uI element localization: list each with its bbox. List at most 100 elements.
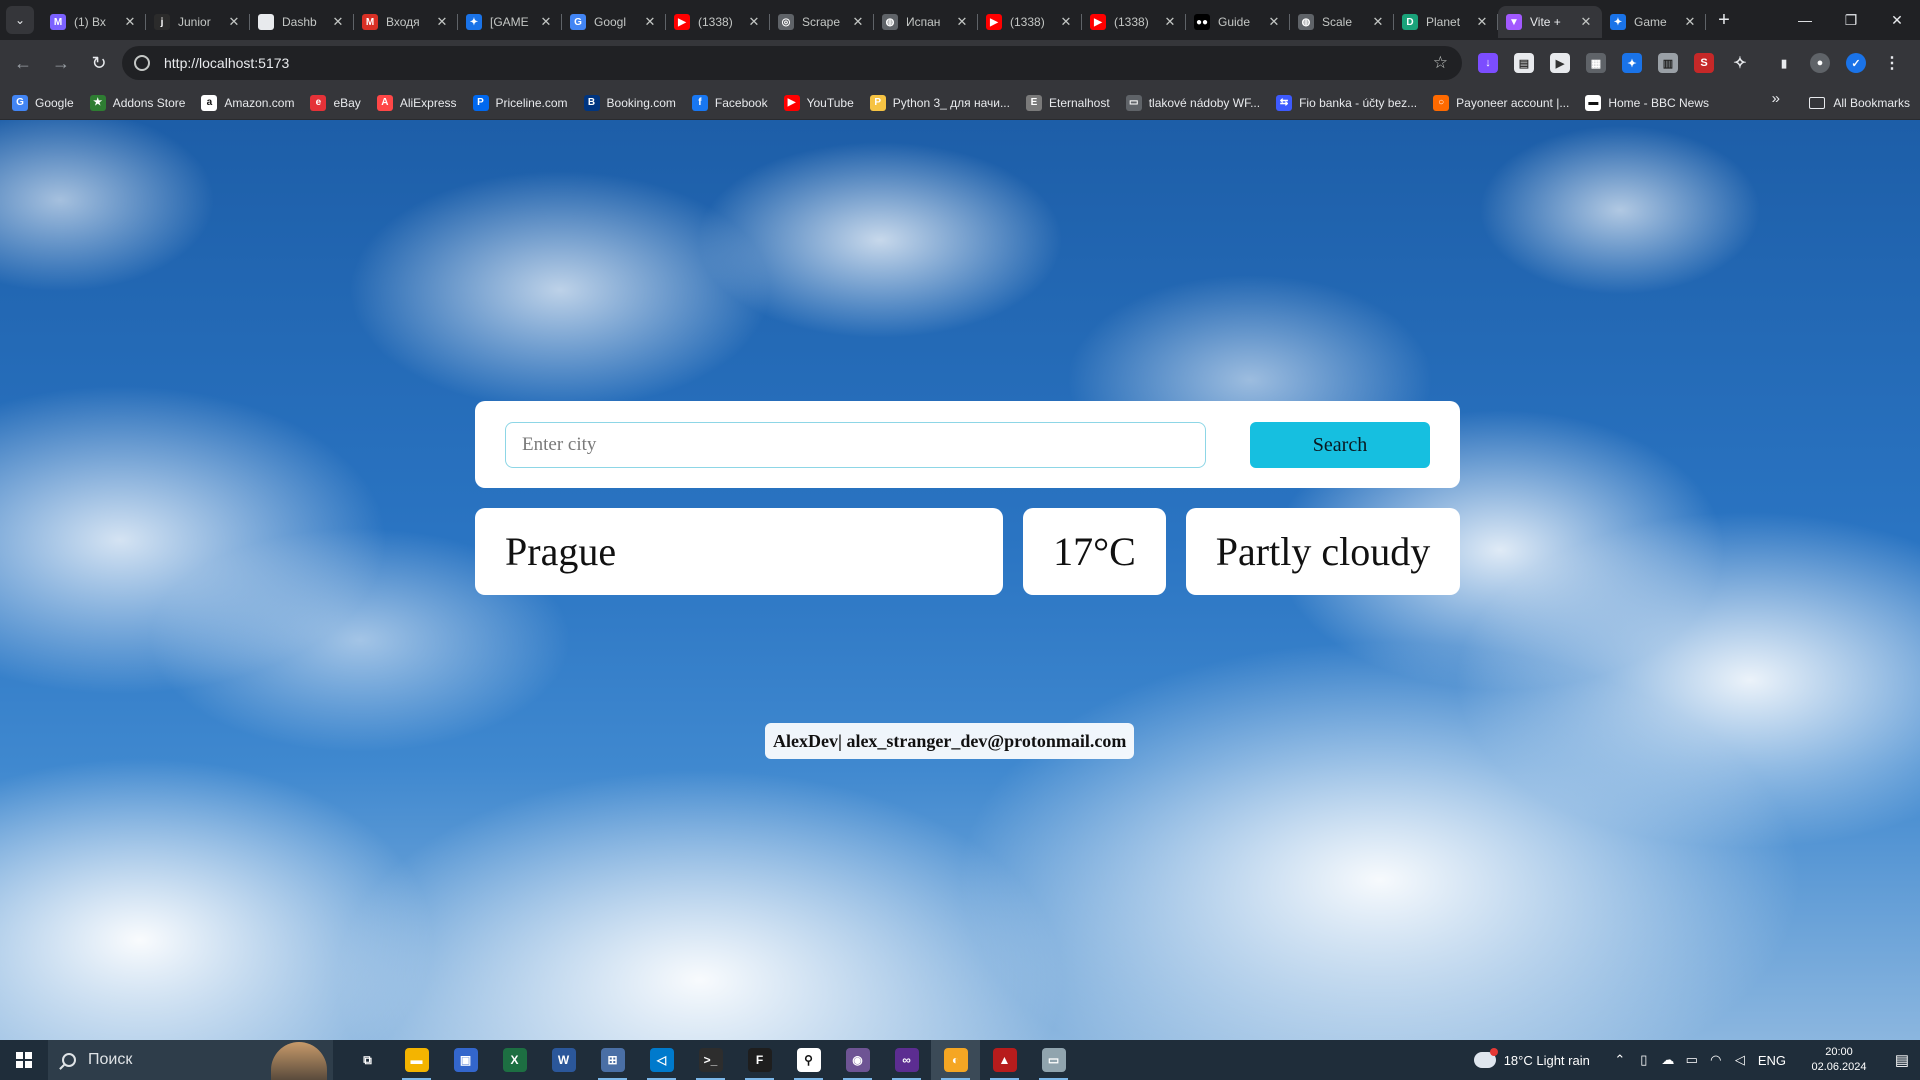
menu-kebab-icon[interactable]: ⋮ xyxy=(1882,53,1902,73)
taskbar-app[interactable]: ⚲ xyxy=(784,1040,833,1080)
tab-close-icon[interactable]: ✕ xyxy=(1266,14,1282,30)
shield-extension-icon[interactable]: ✓ xyxy=(1846,53,1866,73)
taskbar-app[interactable]: ▣ xyxy=(441,1040,490,1080)
browser-tab[interactable]: ✦ Game ✕ xyxy=(1602,6,1706,38)
battery-icon[interactable]: ▭ xyxy=(1683,1051,1701,1069)
browser-tab[interactable]: M Входя ✕ xyxy=(354,6,458,38)
taskbar-app[interactable]: >_ xyxy=(686,1040,735,1080)
bookmark-item[interactable]: P Priceline.com xyxy=(467,89,574,117)
back-button[interactable]: ← xyxy=(6,46,40,80)
taskbar-app[interactable]: ∞ xyxy=(882,1040,931,1080)
close-window-button[interactable]: ✕ xyxy=(1874,0,1920,40)
tab-close-icon[interactable]: ✕ xyxy=(954,14,970,30)
bookmark-item[interactable]: A AliExpress xyxy=(371,89,463,117)
city-input[interactable] xyxy=(505,422,1206,468)
reload-button[interactable]: ↻ xyxy=(82,46,116,80)
bookmark-item[interactable]: E Eternalhost xyxy=(1020,89,1116,117)
browser-tab[interactable]: j Junior ✕ xyxy=(146,6,250,38)
more-bookmarks-button[interactable]: » xyxy=(1772,90,1780,107)
bookmark-item[interactable]: ▬ Home - BBC News xyxy=(1579,89,1715,117)
browser-tab[interactable]: ✦ [GAME ✕ xyxy=(458,6,562,38)
tab-search-button[interactable]: ⌄ xyxy=(6,6,34,34)
minimize-button[interactable]: — xyxy=(1782,0,1828,40)
red-extension-icon[interactable]: S xyxy=(1694,53,1714,73)
notification-icon[interactable]: ▤ xyxy=(1884,1040,1920,1080)
chevron-up-icon[interactable]: ⌃ xyxy=(1611,1051,1629,1069)
browser-tab[interactable]: ◍ Испан ✕ xyxy=(874,6,978,38)
browser-tab[interactable]: ▶ (1338) ✕ xyxy=(666,6,770,38)
tab-close-icon[interactable]: ✕ xyxy=(1058,14,1074,30)
wifi-icon[interactable]: ◠ xyxy=(1707,1051,1725,1069)
bookmark-item[interactable]: B Booking.com xyxy=(578,89,682,117)
taskbar-app[interactable]: W xyxy=(539,1040,588,1080)
tab-close-icon[interactable]: ✕ xyxy=(226,14,242,30)
bookmark-item[interactable]: e eBay xyxy=(304,89,366,117)
bookmark-star-icon[interactable]: ☆ xyxy=(1433,53,1448,73)
onedrive-cloud-icon[interactable]: ☁ xyxy=(1659,1051,1677,1069)
bookmark-item[interactable]: ▭ tlakové nádoby WF... xyxy=(1120,89,1266,117)
tab-close-icon[interactable]: ✕ xyxy=(1370,14,1386,30)
browser-tab[interactable]: M (1) Вх ✕ xyxy=(42,6,146,38)
taskbar-app[interactable]: ◐ xyxy=(931,1040,980,1080)
browser-tab[interactable]: D Planet ✕ xyxy=(1394,6,1498,38)
address-bar[interactable]: http://localhost:5173 ☆ xyxy=(122,46,1462,80)
taskbar-app[interactable]: ⧉ xyxy=(343,1040,392,1080)
bookmark-item[interactable]: P Python 3_ для начи... xyxy=(864,89,1016,117)
tab-close-icon[interactable]: ✕ xyxy=(1578,14,1594,30)
clock[interactable]: 20:00 02.06.2024 xyxy=(1800,1045,1878,1075)
dashboard-extension-icon[interactable]: ▥ xyxy=(1658,53,1678,73)
taskbar-app[interactable]: ◉ xyxy=(833,1040,882,1080)
all-bookmarks-button[interactable]: All Bookmarks xyxy=(1809,86,1910,120)
side-panel-icon[interactable]: ▮ xyxy=(1774,53,1794,73)
extensions-puzzle-icon[interactable]: ✧ xyxy=(1730,53,1750,73)
tab-close-icon[interactable]: ✕ xyxy=(1682,14,1698,30)
taskbar-app[interactable]: X xyxy=(490,1040,539,1080)
bookmark-item[interactable]: ○ Payoneer account |... xyxy=(1427,89,1575,117)
tab-close-icon[interactable]: ✕ xyxy=(642,14,658,30)
site-info-icon[interactable] xyxy=(134,55,150,71)
device-icon[interactable]: ▯ xyxy=(1635,1051,1653,1069)
tab-close-icon[interactable]: ✕ xyxy=(850,14,866,30)
weather-cloud-icon[interactable] xyxy=(1473,1048,1498,1068)
new-tab-button[interactable]: + xyxy=(1710,6,1738,34)
grid-extension-icon[interactable]: ▦ xyxy=(1586,53,1606,73)
notes-extension-icon[interactable]: ▤ xyxy=(1514,53,1534,73)
taskbar-app[interactable]: ⊞ xyxy=(588,1040,637,1080)
taskbar-weather[interactable]: 18°C Light rain xyxy=(1504,1053,1590,1068)
tab-close-icon[interactable]: ✕ xyxy=(1162,14,1178,30)
bookmark-item[interactable]: ★ Addons Store xyxy=(84,89,192,117)
browser-tab[interactable]: ▶ (1338) ✕ xyxy=(1082,6,1186,38)
taskbar-app[interactable]: F xyxy=(735,1040,784,1080)
address-url[interactable]: http://localhost:5173 xyxy=(164,55,289,71)
browser-tab[interactable]: ▼ Vite + ✕ xyxy=(1498,6,1602,38)
search-button[interactable]: Search xyxy=(1250,422,1430,468)
start-button[interactable] xyxy=(0,1040,48,1080)
tab-close-icon[interactable]: ✕ xyxy=(434,14,450,30)
browser-tab[interactable]: Dashb ✕ xyxy=(250,6,354,38)
browser-tab[interactable]: ◎ Scrape ✕ xyxy=(770,6,874,38)
profile-avatar-icon[interactable]: ● xyxy=(1810,53,1830,73)
browser-tab[interactable]: ▶ (1338) ✕ xyxy=(978,6,1082,38)
browser-tab[interactable]: ◍ Scale ✕ xyxy=(1290,6,1394,38)
volume-icon[interactable]: ◁ xyxy=(1731,1051,1749,1069)
bookmark-item[interactable]: ⇆ Fio banka - účty bez... xyxy=(1270,89,1423,117)
tab-close-icon[interactable]: ✕ xyxy=(538,14,554,30)
download-extension-icon[interactable]: ↓ xyxy=(1478,53,1498,73)
tab-close-icon[interactable]: ✕ xyxy=(1474,14,1490,30)
taskbar-app[interactable]: ▬ xyxy=(392,1040,441,1080)
taskbar-app[interactable]: ▭ xyxy=(1029,1040,1078,1080)
taskbar-app[interactable]: ◁ xyxy=(637,1040,686,1080)
restore-button[interactable]: ❐ xyxy=(1828,0,1874,40)
bookmark-item[interactable]: G Google xyxy=(6,89,80,117)
bookmark-item[interactable]: ▶ YouTube xyxy=(778,89,860,117)
language-indicator[interactable]: ENG xyxy=(1758,1053,1786,1068)
bookmark-item[interactable]: a Amazon.com xyxy=(195,89,300,117)
taskbar-search[interactable]: Поиск xyxy=(48,1040,333,1080)
tab-close-icon[interactable]: ✕ xyxy=(122,14,138,30)
forward-button[interactable]: → xyxy=(44,46,78,80)
browser-tab[interactable]: ●● Guide ✕ xyxy=(1186,6,1290,38)
tab-close-icon[interactable]: ✕ xyxy=(746,14,762,30)
puzzle-extension-icon[interactable]: ✦ xyxy=(1622,53,1642,73)
video-extension-icon[interactable]: ▶ xyxy=(1550,53,1570,73)
taskbar-app[interactable]: ▲ xyxy=(980,1040,1029,1080)
